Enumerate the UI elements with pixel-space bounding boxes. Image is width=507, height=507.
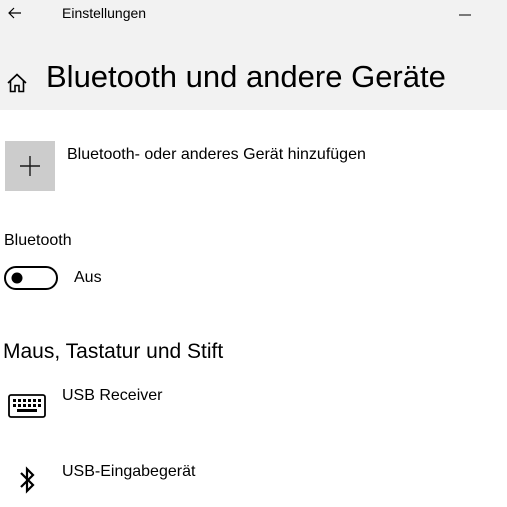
title-bar: Einstellungen bbox=[0, 0, 507, 30]
device-item-usb-receiver[interactable]: USB Receiver bbox=[0, 387, 420, 431]
minimize-button[interactable] bbox=[452, 0, 478, 22]
add-device-tile[interactable] bbox=[5, 141, 55, 191]
bluetooth-toggle[interactable] bbox=[4, 266, 58, 290]
page-title: Bluetooth und andere Geräte bbox=[46, 59, 446, 94]
bluetooth-state-label: Aus bbox=[74, 269, 102, 286]
keyboard-icon bbox=[8, 393, 46, 419]
home-icon bbox=[7, 73, 27, 93]
minimize-icon bbox=[459, 14, 471, 16]
add-device-button[interactable]: Bluetooth- oder anderes Gerät hinzufügen bbox=[5, 141, 425, 191]
home-button[interactable] bbox=[5, 71, 29, 95]
device-name: USB Receiver bbox=[62, 387, 163, 404]
bluetooth-heading: Bluetooth bbox=[4, 232, 72, 249]
add-device-label[interactable]: Bluetooth- oder anderes Gerät hinzufügen bbox=[67, 146, 366, 164]
bluetooth-icon bbox=[8, 466, 46, 494]
device-name: USB-Eingabegerät bbox=[62, 463, 196, 480]
plus-icon bbox=[20, 156, 40, 176]
back-arrow-icon bbox=[8, 7, 21, 19]
device-item-usb-eingabegeraet[interactable]: USB-Eingabegerät bbox=[0, 463, 420, 507]
section-heading-input-devices: Maus, Tastatur und Stift bbox=[3, 340, 224, 363]
toggle-off-switch bbox=[4, 266, 58, 290]
back-button[interactable] bbox=[2, 0, 28, 26]
window-title: Einstellungen bbox=[62, 5, 147, 21]
